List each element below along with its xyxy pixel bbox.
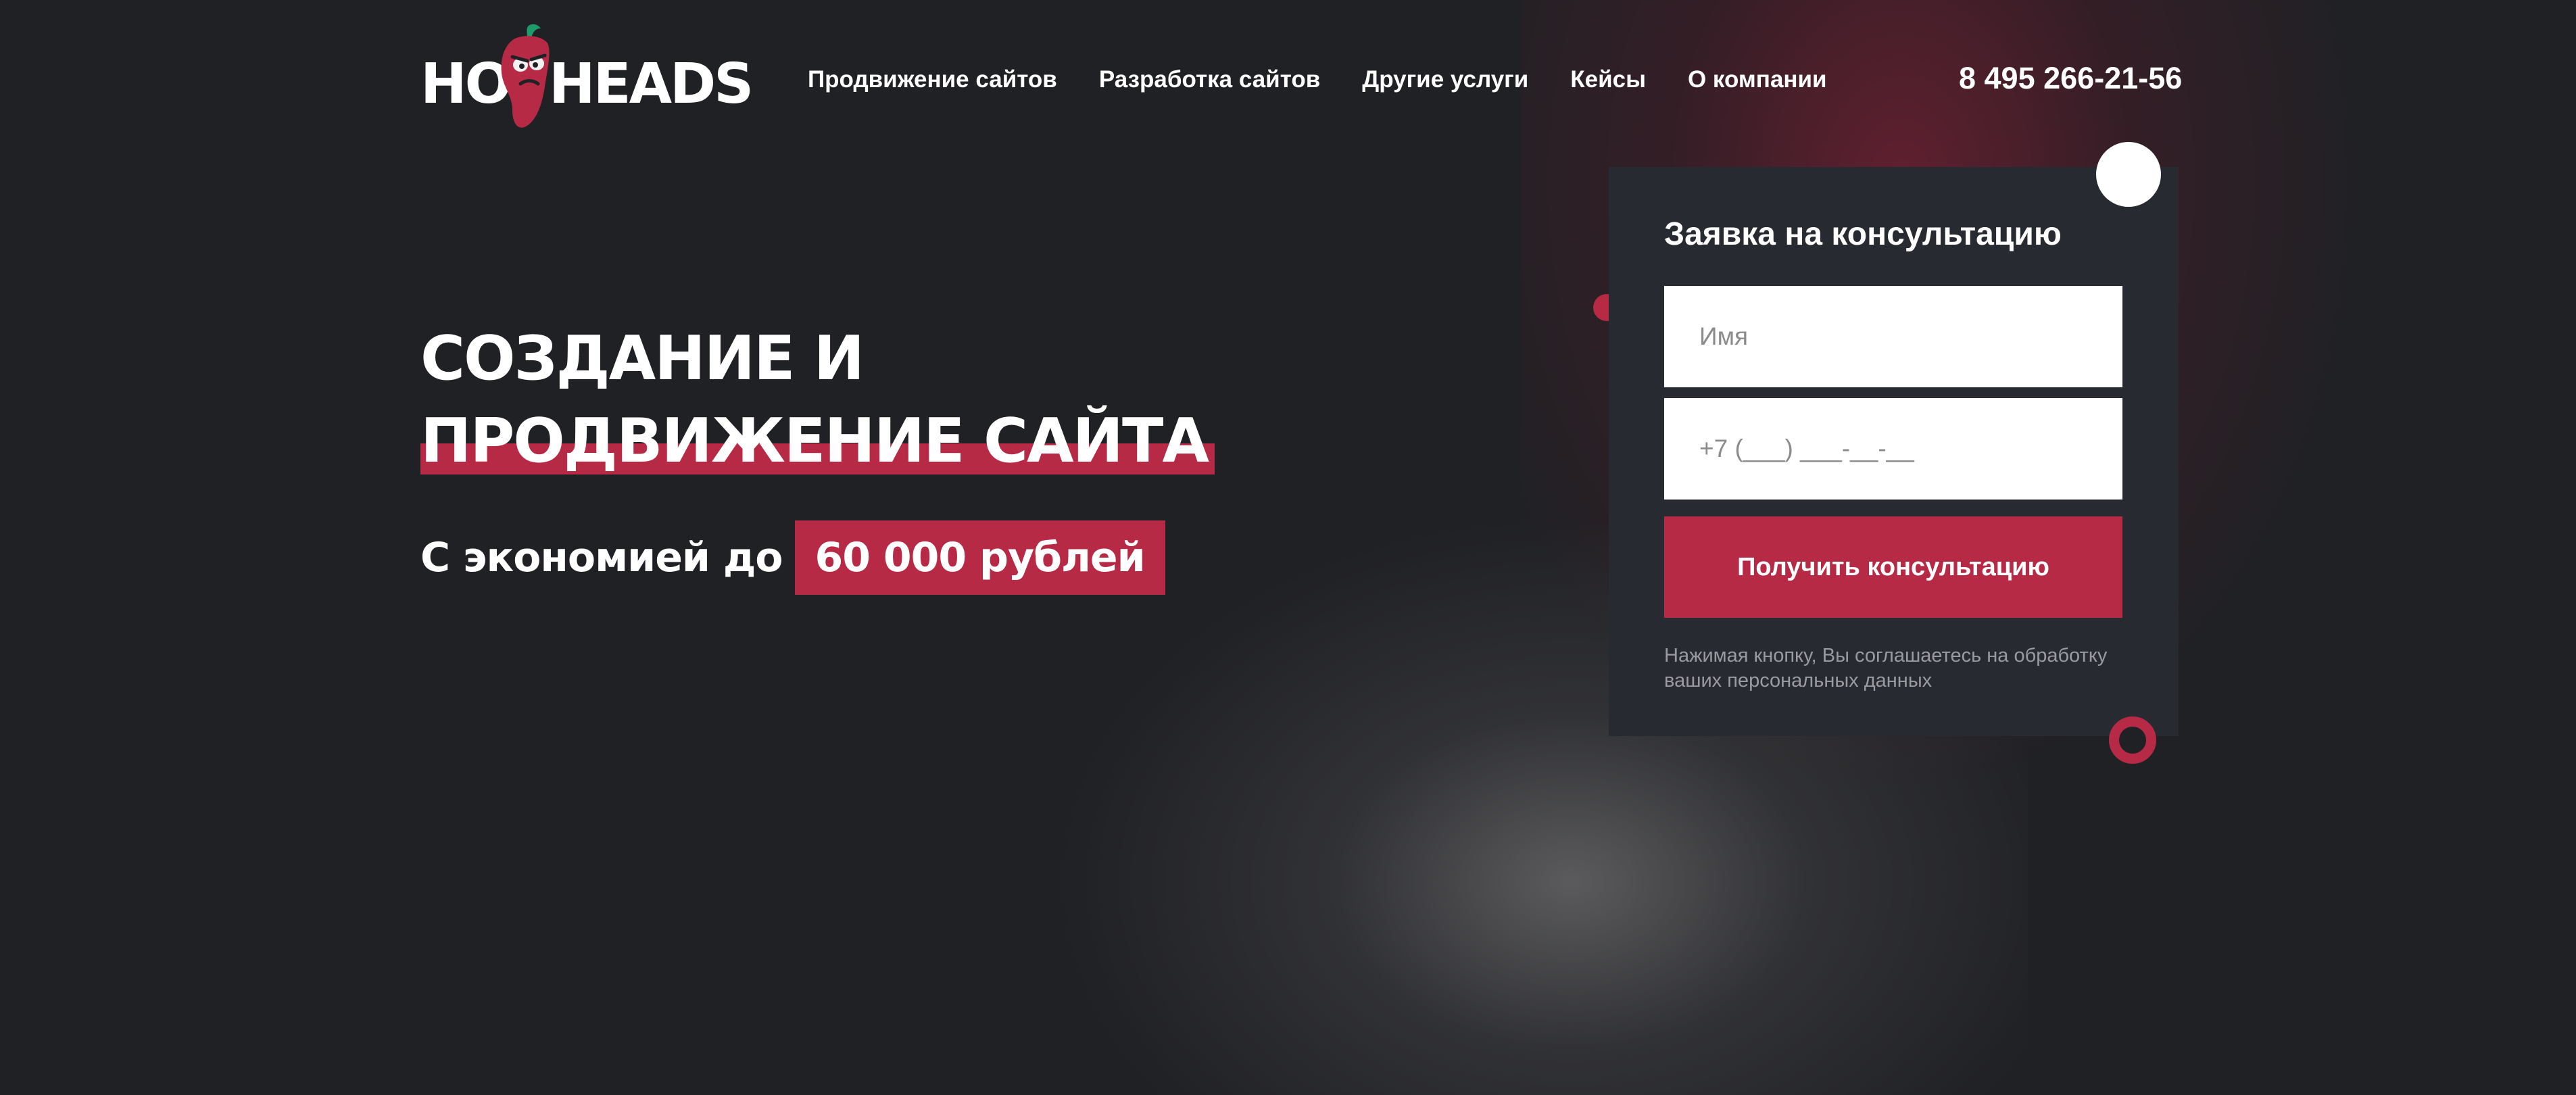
nav-item-cases[interactable]: Кейсы xyxy=(1570,66,1646,93)
nav-item-about[interactable]: О компании xyxy=(1688,66,1827,93)
phone-number-link[interactable]: 8 495 266-21-56 xyxy=(1959,61,2182,96)
savings-badge: 60 000 рублей xyxy=(794,520,1165,595)
decor-red-ring xyxy=(2109,716,2156,764)
consultation-form: Заявка на консультацию Получить консульт… xyxy=(1609,167,2179,736)
consent-text: Нажимая кнопку, Вы соглашаетесь на обраб… xyxy=(1664,645,2108,691)
site-header: HOT HEADS Продвижение сайтов Разработка … xyxy=(0,0,2576,149)
hero-title: СОЗДАНИЕ И ПРОДВИЖЕНИЕ САЙТА xyxy=(420,318,1215,483)
name-input[interactable] xyxy=(1664,286,2122,387)
subtitle-prefix: С экономией до xyxy=(420,534,783,581)
get-consultation-button[interactable]: Получить консультацию xyxy=(1664,516,2122,618)
logo-text-heads: HEADS xyxy=(549,52,754,116)
hero-title-line-2-text: ПРОДВИЖЕНИЕ САЙТА xyxy=(420,406,1209,477)
hero-title-line-2: ПРОДВИЖЕНИЕ САЙТА xyxy=(420,400,1215,483)
logo[interactable]: HOT HEADS xyxy=(420,22,754,130)
hero-title-line-1: СОЗДАНИЕ И xyxy=(420,323,865,394)
nav-item-seo[interactable]: Продвижение сайтов xyxy=(808,66,1057,93)
nav-item-development[interactable]: Разработка сайтов xyxy=(1099,66,1320,93)
chili-pepper-icon xyxy=(501,24,550,128)
phone-input[interactable] xyxy=(1664,398,2122,500)
nav-item-other-services[interactable]: Другие услуги xyxy=(1362,66,1528,93)
main-nav: Продвижение сайтов Разработка сайтов Дру… xyxy=(808,66,1827,93)
form-title: Заявка на консультацию xyxy=(1664,216,2062,252)
hero-subtitle: С экономией до 60 000 рублей xyxy=(420,520,1165,595)
decor-white-circle xyxy=(2096,142,2161,207)
